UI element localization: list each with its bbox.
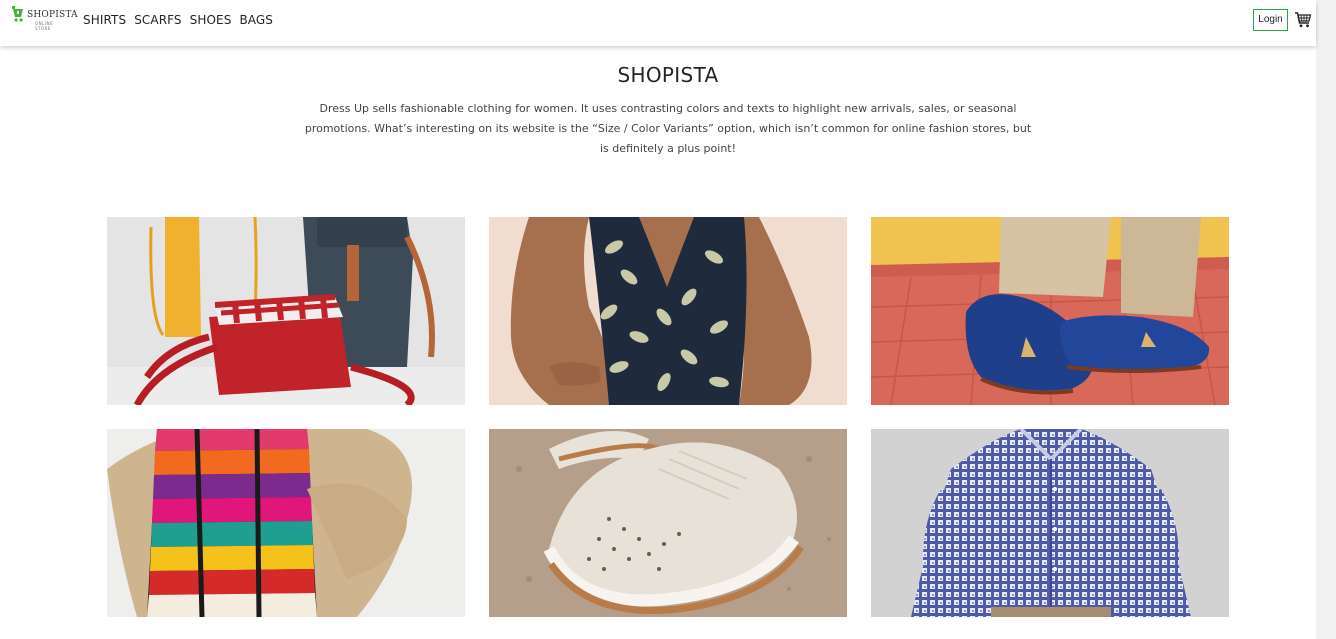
leaf-print-top-photo bbox=[489, 217, 847, 405]
navbar: SHOPISTA ONLINE STORE SHIRTS SCARFS SHOE… bbox=[0, 0, 1316, 46]
nav-link-shirts[interactable]: SHIRTS bbox=[83, 13, 126, 27]
striped-scarf-photo bbox=[107, 429, 465, 617]
page-scrollbar[interactable] bbox=[1316, 0, 1336, 639]
product-tile-scarf[interactable] bbox=[107, 429, 465, 617]
cart-icon[interactable] bbox=[1294, 11, 1312, 29]
product-tile-leaf-top[interactable] bbox=[489, 217, 847, 405]
brand-logo[interactable]: SHOPISTA ONLINE STORE bbox=[11, 4, 78, 31]
nav-link-scarfs[interactable]: SCARFS bbox=[134, 13, 181, 27]
bags-photo bbox=[107, 217, 465, 405]
checked-shirt-photo bbox=[871, 429, 1229, 617]
white-sneakers-photo bbox=[489, 429, 847, 617]
product-tile-loafers[interactable] bbox=[871, 217, 1229, 405]
nav-links: SHIRTS SCARFS SHOES BAGS bbox=[83, 13, 281, 27]
page-description: Dress Up sells fashionable clothing for … bbox=[304, 102, 1032, 155]
page-title: SHOPISTA bbox=[617, 63, 719, 87]
product-tile-sneakers[interactable] bbox=[489, 429, 847, 617]
cart-logo-icon bbox=[12, 6, 23, 22]
product-tile-bags[interactable] bbox=[107, 217, 465, 405]
brand-name: SHOPISTA bbox=[27, 10, 78, 20]
login-button[interactable]: Login bbox=[1253, 9, 1288, 31]
blue-loafers-photo bbox=[871, 217, 1229, 405]
nav-link-bags[interactable]: BAGS bbox=[239, 13, 273, 27]
nav-link-shoes[interactable]: SHOES bbox=[190, 13, 232, 27]
product-tile-checked-shirt[interactable] bbox=[871, 429, 1229, 617]
brand-tagline: ONLINE STORE bbox=[35, 21, 54, 31]
